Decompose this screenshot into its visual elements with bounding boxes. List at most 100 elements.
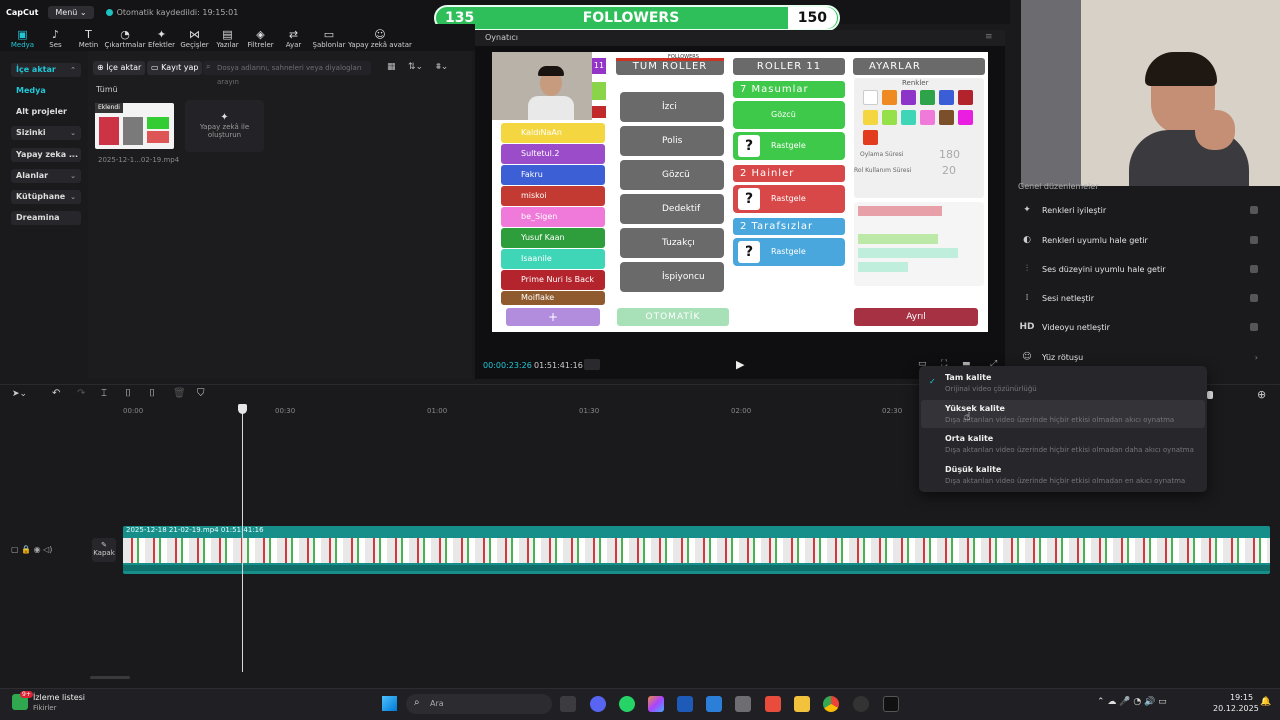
task-view-icon[interactable]	[560, 696, 576, 712]
quality-option-low[interactable]: Düşük kalite Dışa aktarılan video üzerind…	[945, 465, 1200, 485]
toolbar-audio[interactable]: ♪ Ses	[39, 29, 72, 51]
search-icon: ⌕	[206, 62, 211, 71]
grid-view-icon[interactable]: ▦	[387, 62, 396, 72]
import-button[interactable]: ⊕ İçe aktar	[93, 61, 146, 75]
play-icon[interactable]: ▶	[736, 358, 744, 371]
ai-create-card[interactable]: ✦ Yapay zekâ ile oluşturun	[185, 100, 264, 152]
nav-yours[interactable]: Sizinki ⌄	[11, 126, 81, 140]
chevron-right-icon: ›	[1254, 352, 1258, 362]
cover-button[interactable]: ✎ Kapak	[92, 538, 116, 562]
nav-subprojects[interactable]: Alt projeler	[11, 105, 81, 119]
chevron-down-icon: ⌄	[70, 172, 76, 180]
text-icon: T	[85, 28, 92, 41]
playhead-handle[interactable]	[238, 404, 247, 414]
hamburger-icon[interactable]: ≡	[985, 32, 993, 42]
toggle[interactable]	[1250, 206, 1258, 214]
record-button[interactable]: ▭ Kayıt yap	[147, 61, 203, 75]
role-name: Gözcü	[771, 110, 796, 119]
file-explorer-icon[interactable]	[794, 696, 810, 712]
nav-dreamina[interactable]: Dreamina	[11, 211, 81, 225]
enhance-video-option[interactable]: HD Videoyu netleştir	[1018, 315, 1268, 339]
quality-option-medium[interactable]: Orta kalite Dışa aktarılan video üzerinde…	[945, 434, 1200, 454]
photos-icon[interactable]	[706, 696, 722, 712]
widget-title[interactable]: İzleme listesi	[33, 693, 85, 702]
enhance-voice-option[interactable]: ⁞ Sesi netleştir	[1018, 286, 1268, 310]
toolbar-templates[interactable]: ▭ Şablonlar	[310, 29, 348, 51]
all-filter-label[interactable]: Tümü	[96, 85, 118, 94]
trim-right-icon[interactable]: ⌷	[149, 388, 155, 399]
copilot-icon[interactable]	[648, 696, 664, 712]
toggle[interactable]	[1250, 323, 1258, 331]
video-track-clip[interactable]	[123, 526, 1270, 574]
toolbar-label: Metin	[78, 41, 99, 49]
nav-import[interactable]: İçe aktar ⌃	[11, 63, 81, 77]
zoom-in-icon[interactable]: ⊕	[1257, 388, 1266, 401]
toolbar-ai-avatar[interactable]: ☺ Yapay zekâ avatar	[348, 29, 412, 51]
notification-icon[interactable]: 🔔	[1260, 697, 1271, 707]
quality-option-full[interactable]: Tam kalite Orijinal video çözünürlüğü	[945, 373, 1200, 393]
roles-count: 11	[806, 61, 822, 72]
nav-spaces[interactable]: Alanlar ⌄	[11, 169, 81, 183]
nav-media[interactable]: Medya	[11, 84, 81, 98]
select-tool-icon[interactable]: ➤⌄	[12, 389, 27, 399]
match-colors-option[interactable]: ◐ Renkleri uyumlu hale getir	[1018, 228, 1268, 252]
color-swatch	[920, 110, 935, 125]
option-label: Yüz rötuşu	[1042, 352, 1084, 362]
enhance-colors-option[interactable]: ✦ Renkleri iyileştir	[1018, 198, 1268, 222]
chrome-icon[interactable]	[823, 696, 839, 712]
shield-icon[interactable]: ⛉	[197, 388, 205, 399]
autosave-text: Otomatik kaydedildi: 19:15:01	[116, 7, 239, 17]
track-lock-icon[interactable]: ▢ 🔒 ◉ ◁)	[11, 545, 52, 554]
toolbar-stickers[interactable]: ◔ Çıkartmalar	[105, 29, 146, 51]
nav-ai[interactable]: Yapay zeka ... ⌄	[11, 148, 81, 162]
toolbar-captions[interactable]: ▤ Yazılar	[211, 29, 244, 51]
question-icon: ?	[738, 241, 760, 263]
split-icon[interactable]: ⌶	[101, 388, 107, 399]
obs-icon[interactable]	[853, 696, 869, 712]
capcut-icon[interactable]	[883, 696, 899, 712]
toolbar-text[interactable]: T Metin	[72, 29, 105, 51]
option-title: Düşük kalite	[945, 465, 1002, 474]
timeline-scale-icon[interactable]	[584, 359, 600, 370]
taskbar-search[interactable]: ⌕ Ara	[406, 694, 552, 714]
role-name: Gözcü	[662, 170, 690, 180]
playhead[interactable]	[242, 404, 243, 672]
menu-button[interactable]: Menü ⌄	[48, 5, 94, 19]
time-tick: 00:30	[275, 407, 296, 415]
store-icon[interactable]	[677, 696, 693, 712]
redo-icon[interactable]: ↷	[77, 388, 85, 399]
discord-icon[interactable]	[590, 696, 606, 712]
trim-left-icon[interactable]: ⌷	[125, 388, 131, 399]
toggle[interactable]	[1250, 236, 1258, 244]
windows-start-icon[interactable]	[382, 696, 397, 711]
sort-icon[interactable]: ⇅⌄	[408, 62, 423, 72]
toolbar-transitions[interactable]: ⋈ Geçişler	[178, 29, 211, 51]
media-search-input[interactable]: Dosya adlarını, sahneleri veya diyalogla…	[203, 61, 371, 86]
nav-library[interactable]: Kütüphane ⌄	[11, 190, 81, 204]
calculator-icon[interactable]	[735, 696, 751, 712]
role-card-informant: İspiyoncu	[620, 262, 724, 292]
tray-icons[interactable]: ⌃ ☁ 🎤 ◔ 🔊 ▭	[1097, 697, 1167, 707]
toolbar-adjust[interactable]: ⇄ Ayar	[277, 29, 310, 51]
filters-icon: ◈	[256, 28, 265, 41]
undo-icon[interactable]: ↶	[52, 388, 60, 399]
toolbar-filters[interactable]: ◈ Filtreler	[244, 29, 277, 51]
media-thumbnail[interactable]: Eklendi	[95, 103, 174, 149]
filter-icon[interactable]: ⩩⌄	[436, 62, 448, 72]
delete-icon[interactable]: 🗑	[173, 388, 186, 399]
horizontal-scrollbar[interactable]	[90, 676, 130, 679]
game-block	[592, 106, 606, 118]
video-frame: 11 KaldıNaAn Sultetul.2 Fakru miskoi be_…	[492, 52, 988, 332]
toggle[interactable]	[1250, 265, 1258, 273]
toggle[interactable]	[1250, 294, 1258, 302]
normalize-audio-option[interactable]: ⫶ Ses düzeyini uyumlu hale getir	[1018, 257, 1268, 281]
toolbar-label: Efektler	[147, 41, 176, 49]
app-icon[interactable]	[765, 696, 781, 712]
quality-option-high[interactable]: Yüksek kalite Dışa aktarılan video üzerin…	[945, 404, 1200, 424]
nav-label: Yapay zeka ...	[16, 150, 79, 159]
toolbar-effects[interactable]: ✦ Efektler	[145, 29, 178, 51]
toolbar-media[interactable]: ▣ Medya	[6, 29, 39, 51]
roles-header: ROLLER 11	[733, 58, 845, 75]
zoom-slider-handle[interactable]	[1207, 391, 1213, 399]
whatsapp-icon[interactable]	[619, 696, 635, 712]
